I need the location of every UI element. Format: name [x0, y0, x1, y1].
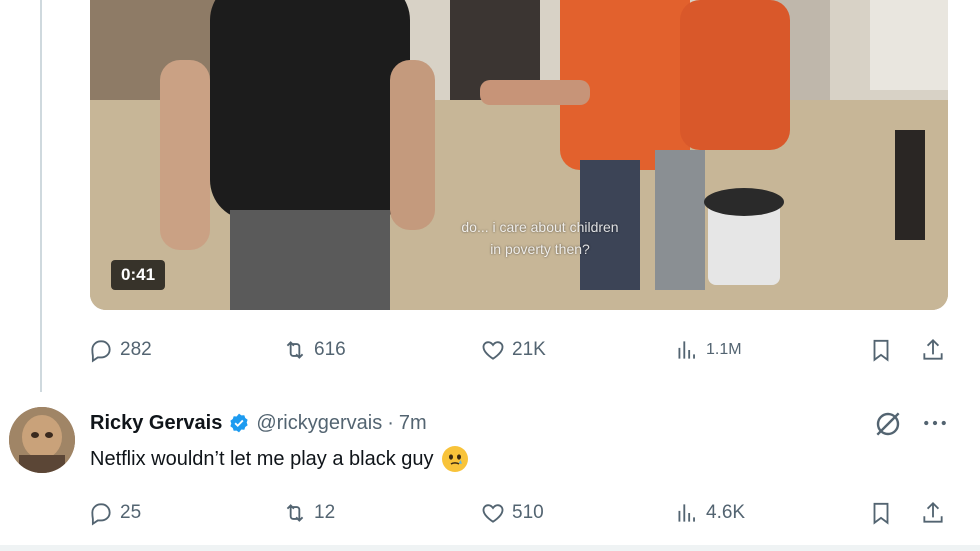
bookmark-icon [873, 339, 889, 362]
bookmark-icon [873, 502, 889, 525]
repost-button[interactable]: 616 [282, 333, 346, 367]
tweet-text: Netflix wouldn’t let me play a black guy [90, 447, 434, 470]
thread-connector-line [40, 0, 42, 392]
analytics-icon [678, 341, 695, 359]
tweet-divider [0, 545, 980, 551]
grok-button[interactable] [872, 408, 904, 445]
repost-count: 616 [314, 339, 346, 360]
tweet-actions: 25 12 510 4.6K [88, 496, 952, 530]
repost-count: 12 [314, 502, 336, 523]
share-icon [923, 501, 943, 523]
bookmark-button[interactable] [868, 496, 900, 530]
like-count: 510 [512, 502, 544, 523]
video-player[interactable] [90, 0, 948, 310]
share-icon [923, 338, 943, 360]
view-count: 4.6K [706, 502, 746, 523]
like-button[interactable]: 21K [480, 333, 546, 367]
heart-icon [482, 341, 504, 360]
video-subtitle: do... i care about children in poverty t… [415, 216, 665, 260]
reply-icon [91, 503, 111, 526]
author-handle[interactable]: @rickygervais [256, 412, 382, 435]
reply-count: 282 [120, 339, 152, 360]
heart-icon [482, 504, 504, 523]
subtitle-line-2: in poverty then? [490, 241, 590, 257]
like-button[interactable]: 510 [480, 496, 544, 530]
reply-button[interactable]: 25 [88, 496, 141, 530]
tweet-header: Ricky Gervais @rickygervais · 7m [90, 408, 427, 438]
reply-count: 25 [120, 502, 142, 523]
author-name[interactable]: Ricky Gervais [90, 412, 222, 435]
video-duration-badge: 0:41 [111, 260, 166, 290]
view-count: 1.1M [706, 341, 742, 358]
reply-icon [91, 340, 111, 363]
analytics-icon [678, 504, 695, 522]
avatar-image [9, 407, 75, 473]
like-count: 21K [512, 339, 546, 360]
verified-badge-icon [230, 413, 248, 433]
top-tweet-actions: 282 616 21K 1.1M [88, 333, 952, 367]
views-button[interactable]: 1.1M [674, 333, 742, 367]
repost-icon [286, 504, 304, 522]
share-button[interactable] [920, 496, 952, 530]
more-options-button[interactable] [920, 408, 950, 443]
more-dots-icon [924, 420, 946, 426]
repost-button[interactable]: 12 [282, 496, 335, 530]
share-button[interactable] [920, 333, 952, 367]
repost-icon [286, 341, 304, 359]
face-holding-back-tears-icon [441, 446, 468, 472]
reply-button[interactable]: 282 [88, 333, 152, 367]
grok-icon [876, 412, 900, 436]
tweet-body: Netflix wouldn’t let me play a black guy [90, 446, 468, 472]
avatar[interactable] [9, 407, 75, 473]
tweet-time[interactable]: 7m [399, 412, 427, 435]
bookmark-button[interactable] [868, 333, 900, 367]
views-button[interactable]: 4.6K [674, 496, 745, 530]
video-frame [90, 0, 948, 310]
subtitle-line-1: do... i care about children [461, 219, 619, 235]
meta-separator: · [387, 411, 394, 434]
